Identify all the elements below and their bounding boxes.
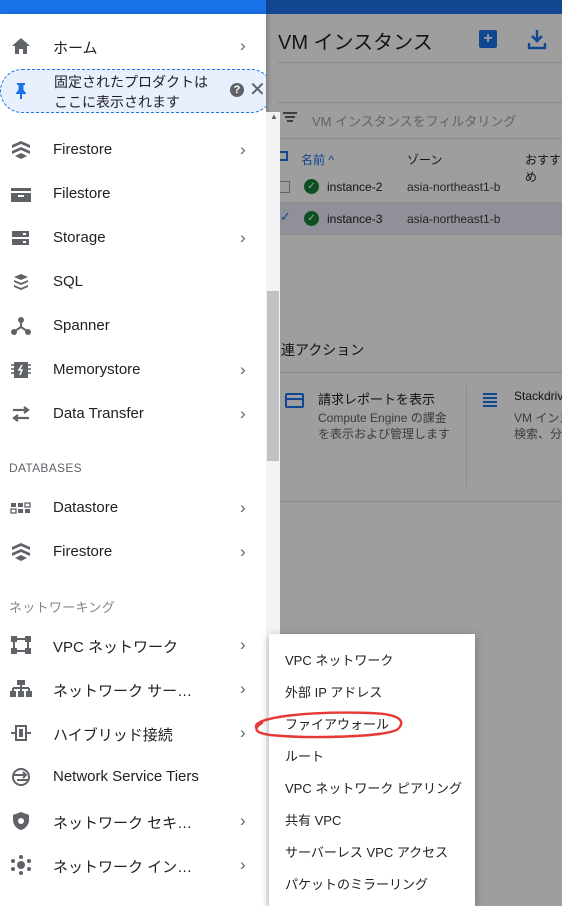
submenu-item-shared-vpc[interactable]: 共有 VPC — [285, 810, 341, 829]
chevron-right-icon: › — [240, 855, 246, 874]
chevron-right-icon: › — [240, 228, 246, 247]
chevron-right-icon: › — [240, 811, 246, 830]
spanner-icon — [11, 317, 31, 335]
sidebar-item-network-service-tiers[interactable]: Network Service Tiers — [0, 755, 266, 799]
sidebar-item-label: Datastore — [53, 499, 119, 516]
scrollbar-thumb[interactable] — [267, 291, 279, 461]
chevron-right-icon: › — [240, 723, 246, 742]
sidebar-item-vpc-network[interactable]: VPC ネットワーク › — [0, 623, 266, 667]
sidebar-item-label: ネットワーク イン… — [53, 859, 193, 876]
submenu-item-vpc-peering[interactable]: VPC ネットワーク ピアリング — [285, 778, 462, 797]
navigation-drawer: ホーム › 固定されたプロダクトは ここに表示されます ? ✕ Firestor… — [0, 14, 266, 906]
close-icon[interactable]: ✕ — [249, 77, 266, 103]
network-tiers-icon — [12, 768, 30, 786]
submenu-item-packet-mirroring[interactable]: パケットのミラーリング — [285, 874, 428, 893]
section-header-databases: DATABASES — [9, 461, 82, 475]
vpc-network-icon — [11, 636, 31, 654]
sidebar-item-memorystore[interactable]: Memorystore › — [0, 348, 266, 392]
sidebar-item-datastore[interactable]: Datastore › — [0, 486, 266, 530]
chevron-right-icon: › — [240, 679, 246, 698]
sidebar-item-label: ホーム — [53, 40, 98, 57]
sidebar-item-label: VPC ネットワーク — [53, 639, 179, 656]
datastore-icon — [10, 502, 31, 514]
firestore-icon — [12, 141, 30, 159]
chevron-right-icon: › — [240, 140, 246, 159]
sidebar-item-sql[interactable]: SQL — [0, 260, 266, 304]
submenu-item-firewall[interactable]: ファイアウォール — [285, 714, 389, 733]
hybrid-connectivity-icon — [11, 725, 31, 741]
sidebar-item-label: Firestore — [53, 141, 113, 158]
pinned-products-notice: 固定されたプロダクトは ここに表示されます ? ✕ — [0, 69, 266, 113]
scroll-up-arrow-icon[interactable]: ▲ — [270, 112, 278, 121]
section-header-networking: ネットワーキング — [9, 600, 116, 615]
sidebar-item-label: Memorystore — [53, 361, 141, 378]
firestore-icon — [12, 543, 30, 561]
data-transfer-icon — [12, 406, 30, 422]
sidebar-item-data-transfer[interactable]: Data Transfer › — [0, 392, 266, 436]
chevron-right-icon: › — [240, 404, 246, 423]
sidebar-item-home[interactable]: ホーム › — [0, 24, 266, 68]
submenu-item-external-ip[interactable]: 外部 IP アドレス — [285, 682, 382, 701]
sidebar-item-network-intelligence[interactable]: ネットワーク イン… › — [0, 843, 266, 887]
submenu-item-routes[interactable]: ルート — [285, 746, 324, 765]
storage-icon — [12, 231, 29, 245]
chevron-right-icon: › — [240, 360, 246, 379]
memorystore-icon — [11, 362, 31, 378]
network-intelligence-icon — [11, 855, 31, 875]
sidebar-item-storage[interactable]: Storage › — [0, 216, 266, 260]
chevron-right-icon: › — [240, 635, 246, 654]
filestore-icon — [11, 188, 31, 202]
chevron-right-icon: › — [240, 542, 246, 561]
pin-icon — [16, 83, 26, 99]
sidebar-item-network-security[interactable]: ネットワーク セキ… › — [0, 799, 266, 843]
sidebar-item-label: ネットワーク サー… — [53, 683, 193, 700]
sidebar-item-hybrid-connectivity[interactable]: ハイブリッド接続 › — [0, 711, 266, 755]
sidebar-item-firestore-db[interactable]: Firestore › — [0, 530, 266, 574]
sidebar-item-label: Firestore — [53, 543, 113, 560]
sidebar-item-label: ネットワーク セキ… — [53, 815, 193, 832]
sidebar-item-label: ハイブリッド接続 — [53, 727, 173, 744]
sidebar-item-filestore[interactable]: Filestore — [0, 172, 266, 216]
sidebar-item-label: Storage — [53, 229, 106, 246]
sidebar-item-label: Filestore — [53, 185, 111, 202]
sidebar-item-label: SQL — [53, 273, 84, 290]
sidebar-item-label: Network Service Tiers — [53, 768, 199, 785]
sidebar-item-label: Data Transfer — [53, 405, 144, 422]
sidebar-item-firestore[interactable]: Firestore › — [0, 128, 266, 172]
sidebar-item-network-services[interactable]: ネットワーク サー… › — [0, 667, 266, 711]
network-services-icon — [10, 680, 32, 697]
chevron-right-icon: › — [240, 36, 246, 55]
home-icon — [12, 38, 30, 54]
sidebar-item-spanner[interactable]: Spanner — [0, 304, 266, 348]
submenu-item-vpc-network[interactable]: VPC ネットワーク — [285, 650, 393, 669]
network-security-icon — [13, 812, 29, 830]
vpc-network-submenu: VPC ネットワーク 外部 IP アドレス ファイアウォール ルート VPC ネ… — [269, 634, 475, 906]
chevron-right-icon: › — [240, 498, 246, 517]
help-icon[interactable]: ? — [230, 83, 244, 97]
sql-icon — [14, 274, 28, 290]
pin-notice-text: 固定されたプロダクトは ここに表示されます — [54, 74, 208, 110]
submenu-item-serverless-vpc-access[interactable]: サーバーレス VPC アクセス — [285, 842, 448, 861]
sidebar-item-label: Spanner — [53, 317, 110, 334]
